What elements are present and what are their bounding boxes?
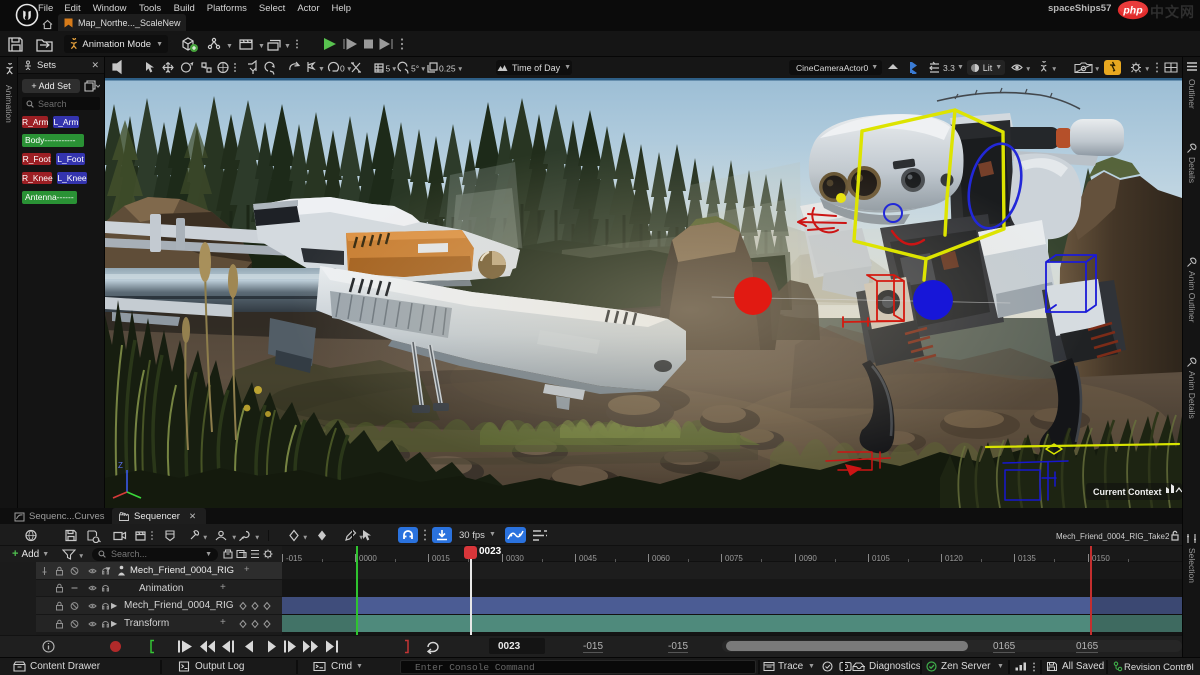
- svg-text:▼: ▼: [231, 535, 237, 542]
- svg-text:0.25: 0.25: [439, 64, 456, 74]
- svg-text:Current Context: Current Context: [1093, 487, 1162, 497]
- svg-text:▼: ▼: [78, 553, 84, 560]
- svg-text:5: 5: [386, 64, 391, 74]
- svg-text:5°: 5°: [411, 64, 419, 74]
- svg-text:▼: ▼: [1144, 66, 1150, 73]
- svg-text:▼: ▼: [457, 66, 463, 73]
- svg-text:▼: ▼: [202, 535, 208, 542]
- svg-text:▼: ▼: [420, 66, 426, 73]
- svg-text:▼: ▼: [346, 66, 352, 73]
- svg-text:▼: ▼: [391, 66, 397, 73]
- svg-text:▼: ▼: [226, 43, 233, 50]
- svg-text:▼: ▼: [254, 535, 260, 542]
- svg-text:Z: Z: [118, 461, 123, 470]
- svg-text:▼: ▼: [258, 43, 265, 50]
- svg-text:▼: ▼: [284, 43, 291, 50]
- svg-text:▼: ▼: [1051, 66, 1057, 73]
- svg-text:▼: ▼: [318, 66, 325, 73]
- svg-text:▼: ▼: [302, 535, 308, 542]
- svg-text:▼: ▼: [1025, 66, 1031, 73]
- svg-text:▼: ▼: [1094, 66, 1099, 73]
- svg-text:php: php: [1122, 5, 1143, 17]
- svg-text:0: 0: [340, 64, 345, 74]
